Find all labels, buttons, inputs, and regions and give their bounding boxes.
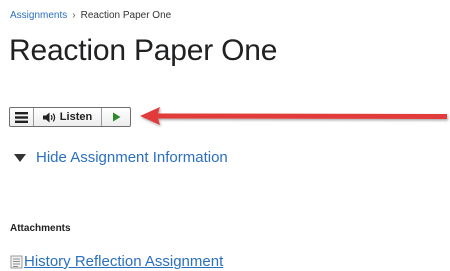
attachment-item[interactable]: History Reflection Assignment [10,253,223,270]
attachments-heading: Attachments [10,223,71,234]
readspeaker-menu-button[interactable] [10,108,34,126]
readspeaker-toolbar: Listen [9,107,131,127]
annotation-arrow-icon [140,107,447,125]
play-icon [112,112,120,122]
document-icon [10,255,23,268]
listen-button[interactable]: Listen [34,108,102,126]
breadcrumb-assignments-link[interactable]: Assignments [10,10,67,21]
hide-assignment-info-label: Hide Assignment Information [36,149,228,166]
speaker-icon [42,112,55,122]
attachment-link[interactable]: History Reflection Assignment [24,253,223,270]
menu-icon [15,111,28,123]
breadcrumb-separator: › [72,10,76,21]
breadcrumb-current: Reaction Paper One [80,10,172,21]
listen-label: Listen [59,111,93,123]
caret-down-icon [14,153,26,162]
page-title: Reaction Paper One [9,34,278,67]
play-button[interactable] [102,108,130,126]
hide-assignment-info-toggle[interactable]: Hide Assignment Information [14,149,228,166]
breadcrumb: Assignments › Reaction Paper One [10,10,171,21]
